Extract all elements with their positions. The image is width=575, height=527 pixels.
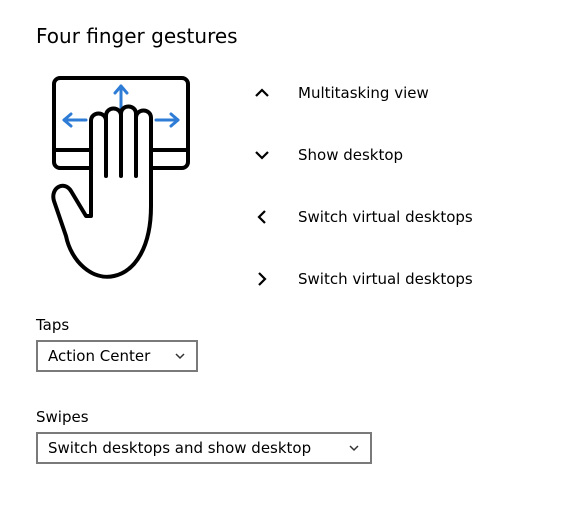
gesture-swipe-right: Switch virtual desktops [254,270,539,288]
gesture-label: Switch virtual desktops [298,270,473,288]
gesture-label: Show desktop [298,146,403,164]
taps-select[interactable]: Action Center [36,340,198,372]
chevron-down-icon [254,147,270,163]
chevron-left-icon [254,209,270,225]
section-title: Four finger gestures [36,24,539,48]
chevron-down-icon [348,442,360,454]
settings-panel: Four finger gestures [0,0,575,488]
gesture-label: Switch virtual desktops [298,208,473,226]
gesture-swipe-up: Multitasking view [254,84,539,102]
gesture-overview: Multitasking view Show desktop Switch vi… [36,76,539,296]
gesture-swipe-left: Switch virtual desktops [254,208,539,226]
swipes-label: Swipes [36,408,539,426]
swipes-select-value: Switch desktops and show desktop [48,439,311,457]
taps-label: Taps [36,316,539,334]
chevron-down-icon [174,350,186,362]
chevron-up-icon [254,85,270,101]
swipes-select[interactable]: Switch desktops and show desktop [36,432,372,464]
gesture-label: Multitasking view [298,84,429,102]
chevron-right-icon [254,271,270,287]
taps-select-value: Action Center [48,347,150,365]
gesture-list: Multitasking view Show desktop Switch vi… [254,76,539,288]
four-finger-gesture-illustration [36,76,206,296]
gesture-swipe-down: Show desktop [254,146,539,164]
